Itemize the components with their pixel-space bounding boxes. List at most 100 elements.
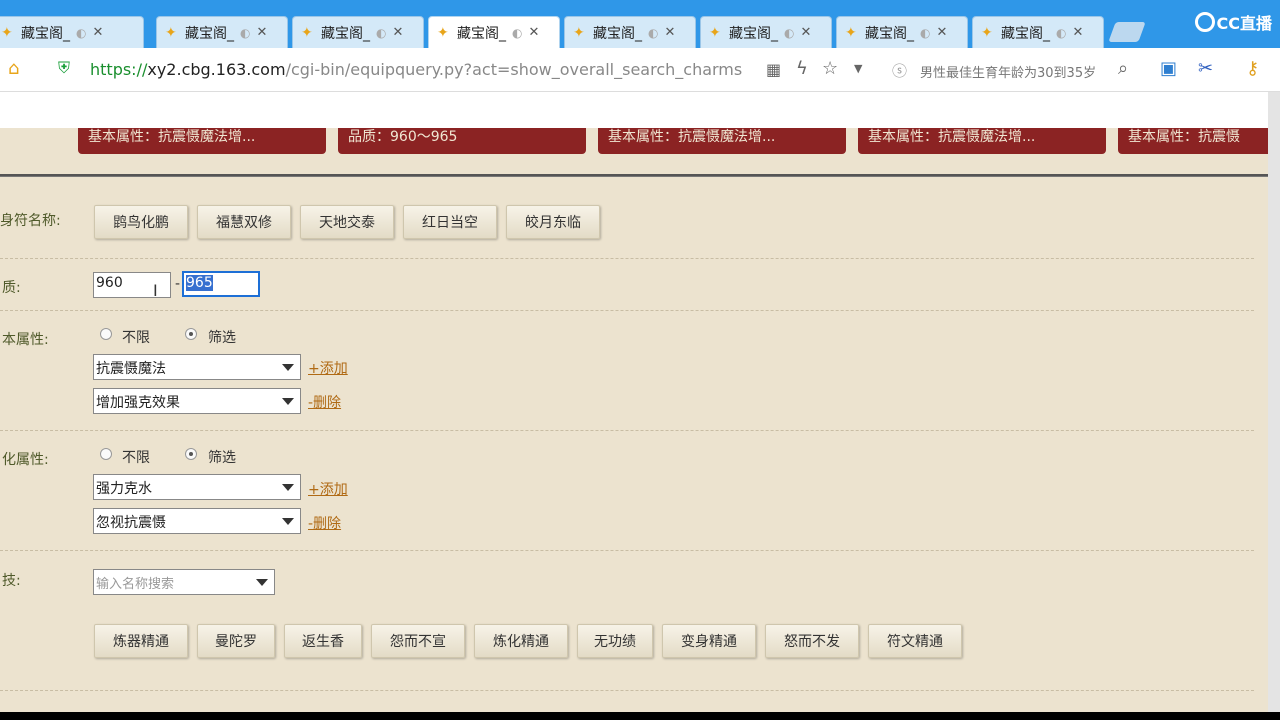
basic-attr-select-2[interactable]: 增加强克效果 [93, 388, 301, 414]
scissors-icon[interactable]: ✂ [1198, 58, 1213, 79]
charm-name-option[interactable]: 红日当空 [403, 205, 497, 239]
loading-icon: ◐ [920, 25, 931, 40]
qr-code-icon[interactable]: ▦ [766, 60, 781, 79]
basic-filter-radio[interactable] [185, 328, 197, 340]
basic-attr-select-1[interactable]: 抗震慑魔法 [93, 354, 301, 380]
skill-option[interactable]: 炼化精通 [474, 624, 568, 658]
refine-any-label[interactable]: 不限 [122, 447, 150, 467]
close-tab-icon[interactable]: ✕ [800, 25, 811, 40]
charm-name-option[interactable]: 福慧双修 [197, 205, 291, 239]
cbg-favicon-icon: ✦ [437, 24, 449, 41]
loading-icon: ◐ [1056, 25, 1067, 40]
charm-name-option[interactable]: 鹍鸟化鹏 [94, 205, 188, 239]
basic-add-link[interactable]: +添加 [308, 358, 348, 378]
quality-max-input[interactable]: 965 [182, 271, 260, 297]
loading-icon: ◐ [648, 25, 659, 40]
result-banner[interactable]: 品质：960～965 [338, 128, 586, 154]
cbg-favicon-icon: ✦ [981, 24, 993, 41]
quality-separator: - [175, 276, 181, 292]
refine-any-radio[interactable] [100, 448, 112, 460]
address-bar: ⌂ ⛨ https://xy2.cbg.163.com/cgi-bin/equi… [0, 48, 1280, 92]
refine-attr-select-2[interactable]: 忽视抗震慑 [93, 508, 301, 534]
cbg-favicon-icon: ✦ [573, 24, 585, 41]
chevron-down-icon [282, 518, 294, 525]
divider [0, 310, 1254, 311]
side-search-text[interactable]: 男性最佳生育年龄为30到35岁 [920, 62, 1096, 81]
browser-tab[interactable]: ✦ 藏宝阁_ ◐ ✕ [972, 16, 1104, 48]
refine-delete-link[interactable]: -删除 [308, 513, 341, 533]
chevron-down-icon [282, 364, 294, 371]
refine-attr-select-1[interactable]: 强力克水 [93, 474, 301, 500]
result-banner[interactable]: 基本属性：抗震慑魔法增... [858, 128, 1106, 154]
browser-tab[interactable]: ✦ 藏宝阁_ ◐ ✕ [156, 16, 288, 48]
search-engine-icon[interactable]: ⓢ [892, 60, 907, 81]
skill-option[interactable]: 怒而不发 [765, 624, 859, 658]
skill-search-select[interactable]: 输入名称搜索 [93, 569, 275, 595]
close-tab-icon[interactable]: ✕ [936, 25, 947, 40]
page-top-blank [0, 92, 1280, 128]
extension-icon[interactable]: ▣ [1160, 58, 1177, 79]
loading-icon: ◐ [76, 25, 87, 40]
new-tab-button[interactable] [1108, 22, 1146, 42]
basic-delete-link[interactable]: -删除 [308, 392, 341, 412]
skill-option[interactable]: 返生香 [284, 624, 362, 658]
skill-option[interactable]: 符文精通 [868, 624, 962, 658]
browser-tab-active[interactable]: ✦ 藏宝阁_ ◐ ✕ [428, 16, 560, 48]
loading-icon: ◐ [784, 25, 795, 40]
secure-shield-icon[interactable]: ⛨ [58, 58, 70, 78]
cbg-favicon-icon: ✦ [301, 24, 313, 41]
url-field[interactable]: https://xy2.cbg.163.com/cgi-bin/equipque… [90, 60, 742, 79]
refine-filter-radio[interactable] [185, 448, 197, 460]
basic-attr-label: 本属性: [2, 332, 49, 348]
result-banner[interactable]: 基本属性：抗震慑 [1118, 128, 1268, 154]
skill-option[interactable]: 曼陀罗 [197, 624, 275, 658]
skill-option[interactable]: 怨而不宣 [371, 624, 465, 658]
browser-tab[interactable]: ✦ 藏宝阁_ ◐ ✕ [836, 16, 968, 48]
browser-tab[interactable]: ✦ 藏宝阁_ ◐ ✕ [0, 16, 144, 48]
browser-tab-bar: ✦ 藏宝阁_ ◐ ✕ ✦ 藏宝阁_ ◐ ✕ ✦ 藏宝阁_ ◐ ✕ ✦ 藏宝阁_ ◐ ✕ ✦ 藏宝阁_ ◐ ✕ … [0, 0, 1280, 48]
close-tab-icon[interactable]: ✕ [256, 25, 267, 40]
close-tab-icon[interactable]: ✕ [1072, 25, 1083, 40]
search-form-panel: 基本属性：抗震慑魔法增... 品质：960～965 基本属性：抗震慑魔法增...… [0, 128, 1268, 712]
basic-any-label[interactable]: 不限 [122, 327, 150, 347]
divider [0, 174, 1268, 177]
skill-option[interactable]: 炼器精通 [94, 624, 188, 658]
charm-name-option[interactable]: 皎月东临 [506, 205, 600, 239]
dropdown-arrow-icon[interactable]: ▼ [854, 62, 862, 75]
divider [0, 258, 1254, 259]
browser-tab[interactable]: ✦ 藏宝阁_ ◐ ✕ [564, 16, 696, 48]
charm-name-label: 身符名称: [0, 213, 61, 229]
search-icon[interactable]: ⌕ [1118, 58, 1128, 79]
refine-filter-label[interactable]: 筛选 [208, 447, 236, 467]
charm-name-option[interactable]: 天地交泰 [300, 205, 394, 239]
lightning-icon[interactable]: ϟ [796, 58, 808, 79]
result-banner[interactable]: 基本属性：抗震慑魔法增... [78, 128, 326, 154]
refine-add-link[interactable]: +添加 [308, 479, 348, 499]
close-tab-icon[interactable]: ✕ [392, 25, 403, 40]
skill-option[interactable]: 变身精通 [662, 624, 756, 658]
quality-min-input[interactable]: 960 [93, 272, 171, 298]
cbg-favicon-icon: ✦ [165, 24, 177, 41]
chevron-down-icon [282, 398, 294, 405]
close-tab-icon[interactable]: ✕ [664, 25, 675, 40]
skill-option[interactable]: 无功绩 [577, 624, 653, 658]
divider [0, 430, 1254, 431]
favorite-star-icon[interactable]: ☆ [822, 58, 838, 79]
home-icon[interactable]: ⌂ [8, 58, 19, 79]
browser-tab[interactable]: ✦ 藏宝阁_ ◐ ✕ [700, 16, 832, 48]
result-banner[interactable]: 基本属性：抗震慑魔法增... [598, 128, 846, 154]
close-tab-icon[interactable]: ✕ [528, 25, 539, 40]
basic-any-radio[interactable] [100, 328, 112, 340]
basic-filter-label[interactable]: 筛选 [208, 327, 236, 347]
browser-tab[interactable]: ✦ 藏宝阁_ ◐ ✕ [292, 16, 424, 48]
scrollbar-track[interactable] [1268, 92, 1280, 720]
close-tab-icon[interactable]: ✕ [92, 25, 103, 40]
loading-icon: ◐ [240, 25, 251, 40]
divider [0, 550, 1254, 551]
divider [0, 690, 1254, 691]
chevron-down-icon [256, 579, 268, 586]
chevron-down-icon [282, 484, 294, 491]
text-cursor-icon: I [153, 281, 158, 300]
loading-icon: ◐ [512, 25, 523, 40]
key-icon[interactable]: ⚷ [1246, 58, 1259, 79]
